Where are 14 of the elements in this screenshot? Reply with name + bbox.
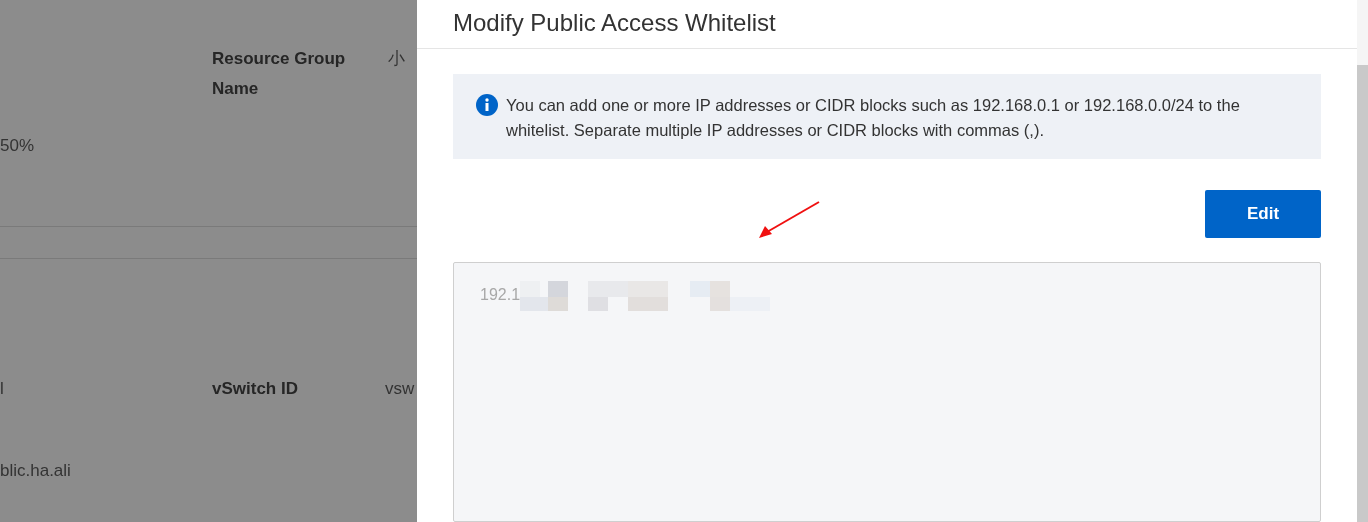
field-value: 小 [388, 49, 405, 68]
notice-text: You can add one or more IP addresses or CIDR blocks such as 192.168.0.1 or 192.168.0.0/24 to the whitelist. Separate multiple IP addresses or CIDR blocks with commas (,). [506, 95, 1241, 141]
field-value: vsw [385, 379, 415, 398]
arrow-annotation [757, 200, 821, 240]
field-value: blic.ha.ali [0, 461, 71, 480]
field-label: vSwitch ID [212, 379, 298, 398]
field-label: Resource Group Name [212, 49, 346, 98]
edit-button[interactable]: Edit [1205, 190, 1321, 238]
scrollbar[interactable] [1357, 0, 1368, 522]
dialog-title: Modify Public Access Whitelist [453, 9, 776, 36]
field-value: 50% [0, 136, 35, 155]
field-value: l [0, 379, 4, 398]
field-value: 192.1 [480, 285, 521, 305]
info-icon [476, 94, 498, 116]
